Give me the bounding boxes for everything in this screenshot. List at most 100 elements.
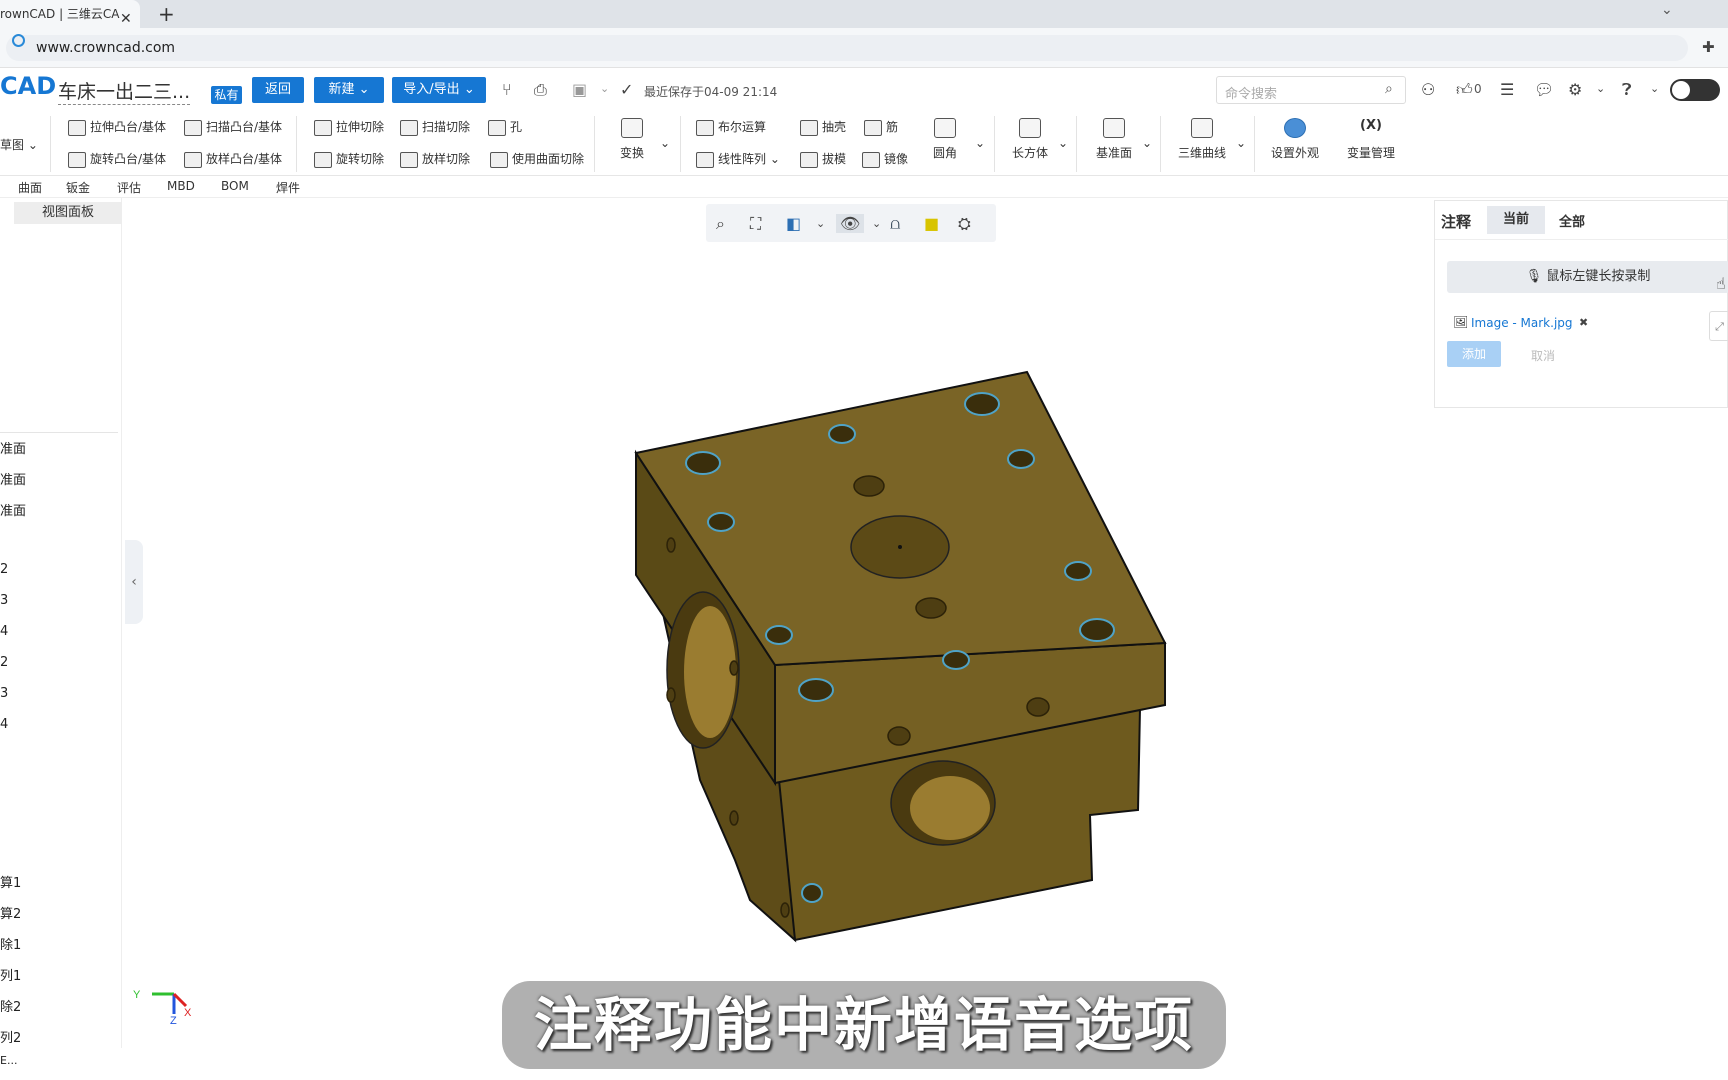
tab-surface[interactable]: 曲面 — [18, 179, 42, 196]
tab-mbd[interactable]: MBD — [167, 179, 195, 193]
shaded-display-icon[interactable]: ■ — [924, 214, 939, 233]
transform-button[interactable]: 变换 — [612, 118, 652, 161]
variables-button[interactable]: (X) 变量管理 — [1344, 118, 1398, 161]
loft-boss-button[interactable]: 放样凸台/基体 — [184, 150, 282, 168]
close-tab-icon[interactable]: ✕ — [120, 5, 132, 28]
tree-item[interactable]: 列1 — [0, 965, 21, 984]
document-title[interactable]: 车床一出二三... — [58, 77, 191, 105]
loft-cut-button[interactable]: 放样切除 — [400, 150, 470, 168]
tab-current[interactable]: 当前 — [1487, 206, 1545, 234]
sweep-boss-button[interactable]: 扫描凸台/基体 — [184, 118, 282, 136]
tree-item[interactable]: 4 — [0, 717, 8, 732]
tree-item[interactable]: 3 — [0, 686, 8, 701]
surface-cut-button[interactable]: 使用曲面切除 — [490, 150, 584, 168]
tree-item[interactable]: 准面 — [0, 438, 26, 457]
appearance-button[interactable]: 设置外观 — [1268, 118, 1322, 161]
import-export-button[interactable]: 导入/导出 ⌄ — [392, 77, 486, 103]
tree-item[interactable]: 除1 — [0, 934, 21, 953]
revolve-cut-button[interactable]: 旋转切除 — [314, 150, 384, 168]
fillet-button[interactable]: 圆角 — [930, 118, 960, 161]
command-search-input[interactable]: 命令搜索 ⌕ — [1216, 76, 1406, 104]
render-icon[interactable]: ⛭ — [958, 214, 971, 234]
tree-item[interactable]: 除2 — [0, 996, 21, 1015]
box-button[interactable]: 长方体 — [1010, 118, 1050, 161]
tree-item[interactable]: 2 — [0, 655, 8, 670]
tree-item[interactable]: 4 — [0, 624, 8, 639]
rib-button[interactable]: 筋 — [864, 118, 898, 136]
collapse-panel-button[interactable]: ‹ — [125, 540, 143, 624]
attachment-link[interactable]: Image - Mark.jpg — [1471, 316, 1573, 330]
expand-icon[interactable]: ⤢ — [1709, 311, 1728, 341]
branch-icon[interactable]: ⑂ — [502, 80, 512, 99]
help-icon[interactable]: ❓︎ — [1622, 80, 1632, 100]
chevron-down-icon[interactable]: ⌄ — [975, 136, 985, 150]
curve3d-button[interactable]: 三维曲线 — [1176, 118, 1228, 161]
mirror-button[interactable]: 镜像 — [862, 150, 908, 168]
tree-item[interactable]: 准面 — [0, 469, 26, 488]
tree-item[interactable]: E... — [0, 1054, 17, 1067]
draft-button[interactable]: 拔模 — [800, 150, 846, 168]
chevron-down-icon[interactable]: ⌄ — [1236, 136, 1246, 150]
chevron-down-icon[interactable]: ⌄ — [872, 217, 881, 230]
tree-item[interactable]: 列2 — [0, 1027, 21, 1046]
tree-item[interactable]: 2 — [0, 562, 8, 577]
view-panel-button[interactable]: 视图面板 — [14, 202, 122, 224]
gear-icon[interactable]: ⚙ — [1568, 80, 1582, 99]
zoom-icon[interactable]: ⌕ — [716, 214, 725, 234]
voice-record-button[interactable]: 🎙︎ 鼠标左键长按录制 — [1447, 261, 1728, 293]
boolean-button[interactable]: 布尔运算 — [696, 118, 766, 136]
section-view-icon[interactable]: ⩍ — [890, 214, 900, 234]
visibility-icon[interactable]: 👁︎ — [836, 214, 865, 233]
tree-item[interactable]: 准面 — [0, 500, 26, 519]
shell-button[interactable]: 抽壳 — [800, 118, 846, 136]
like-icon[interactable]: 👍︎ — [1456, 80, 1473, 100]
tree-item[interactable]: 3 — [0, 593, 8, 608]
back-button[interactable]: 返回 — [252, 77, 304, 103]
remove-attachment-icon[interactable]: ✖ — [1579, 316, 1588, 329]
chevron-down-icon[interactable]: ⌄ — [1058, 136, 1068, 150]
axis-icon — [1191, 118, 1213, 138]
chevron-down-icon[interactable]: ⌄ — [1596, 82, 1605, 95]
tab-bom[interactable]: BOM — [221, 179, 249, 193]
tab-weldment[interactable]: 焊件 — [276, 179, 300, 196]
fit-view-icon[interactable]: ⛶ — [750, 214, 761, 234]
tab-evaluate[interactable]: 评估 — [117, 179, 141, 196]
collaborate-icon[interactable]: ⚇ — [1421, 80, 1435, 99]
save-icon[interactable]: ▣ — [572, 80, 587, 99]
extrude-cut-button[interactable]: 拉伸切除 — [314, 118, 384, 136]
add-button[interactable]: 添加 — [1447, 341, 1501, 367]
datum-plane-button[interactable]: 基准面 — [1092, 118, 1136, 161]
print-icon[interactable]: ⎙ — [534, 80, 547, 100]
chevron-down-icon[interactable]: ⌄ — [1650, 82, 1659, 95]
chevron-down-icon[interactable]: ⌄ — [1661, 2, 1673, 18]
check-circle-icon: ✓ — [620, 80, 634, 99]
variables-label: 变量管理 — [1346, 146, 1395, 160]
browser-tab[interactable]: rownCAD | 三维云CA ✕ — [0, 0, 140, 28]
cancel-button[interactable]: 取消 — [1531, 347, 1555, 364]
extensions-icon[interactable]: ✚ — [1702, 38, 1715, 56]
sketch-button[interactable]: 草图 ⌄ — [0, 136, 38, 153]
url-input[interactable]: www.crowncad.com — [6, 35, 1688, 61]
linear-pattern-button[interactable]: 线性阵列 ⌄ — [696, 150, 780, 168]
new-button[interactable]: 新建 ⌄ — [314, 77, 384, 103]
chevron-down-icon[interactable]: ⌄ — [1142, 136, 1152, 150]
model-viewport[interactable] — [620, 360, 1180, 950]
view-cube-icon[interactable]: ◧ — [786, 214, 801, 233]
chevron-down-icon[interactable]: ⌄ — [600, 82, 609, 95]
chevron-down-icon[interactable]: ⌄ — [816, 217, 825, 230]
sweep-cut-icon — [400, 119, 418, 136]
theme-toggle[interactable] — [1670, 79, 1720, 101]
chevron-down-icon[interactable]: ⌄ — [660, 136, 670, 150]
tree-item[interactable]: 算2 — [0, 903, 21, 922]
new-tab-button[interactable]: + — [158, 2, 175, 26]
sweep-cut-button[interactable]: 扫描切除 — [400, 118, 470, 136]
tree-item[interactable]: 算1 — [0, 872, 21, 891]
hole — [942, 650, 970, 670]
tab-all[interactable]: 全部 — [1559, 211, 1585, 230]
tab-sheet-metal[interactable]: 钣金 — [66, 179, 90, 196]
chat-icon[interactable]: 💬︎ — [1534, 80, 1554, 99]
list-icon[interactable]: ☰ — [1500, 80, 1514, 99]
revolve-boss-button[interactable]: 旋转凸台/基体 — [68, 150, 166, 168]
extrude-boss-button[interactable]: 拉伸凸台/基体 — [68, 118, 166, 136]
hole-button[interactable]: 孔 — [488, 118, 522, 136]
